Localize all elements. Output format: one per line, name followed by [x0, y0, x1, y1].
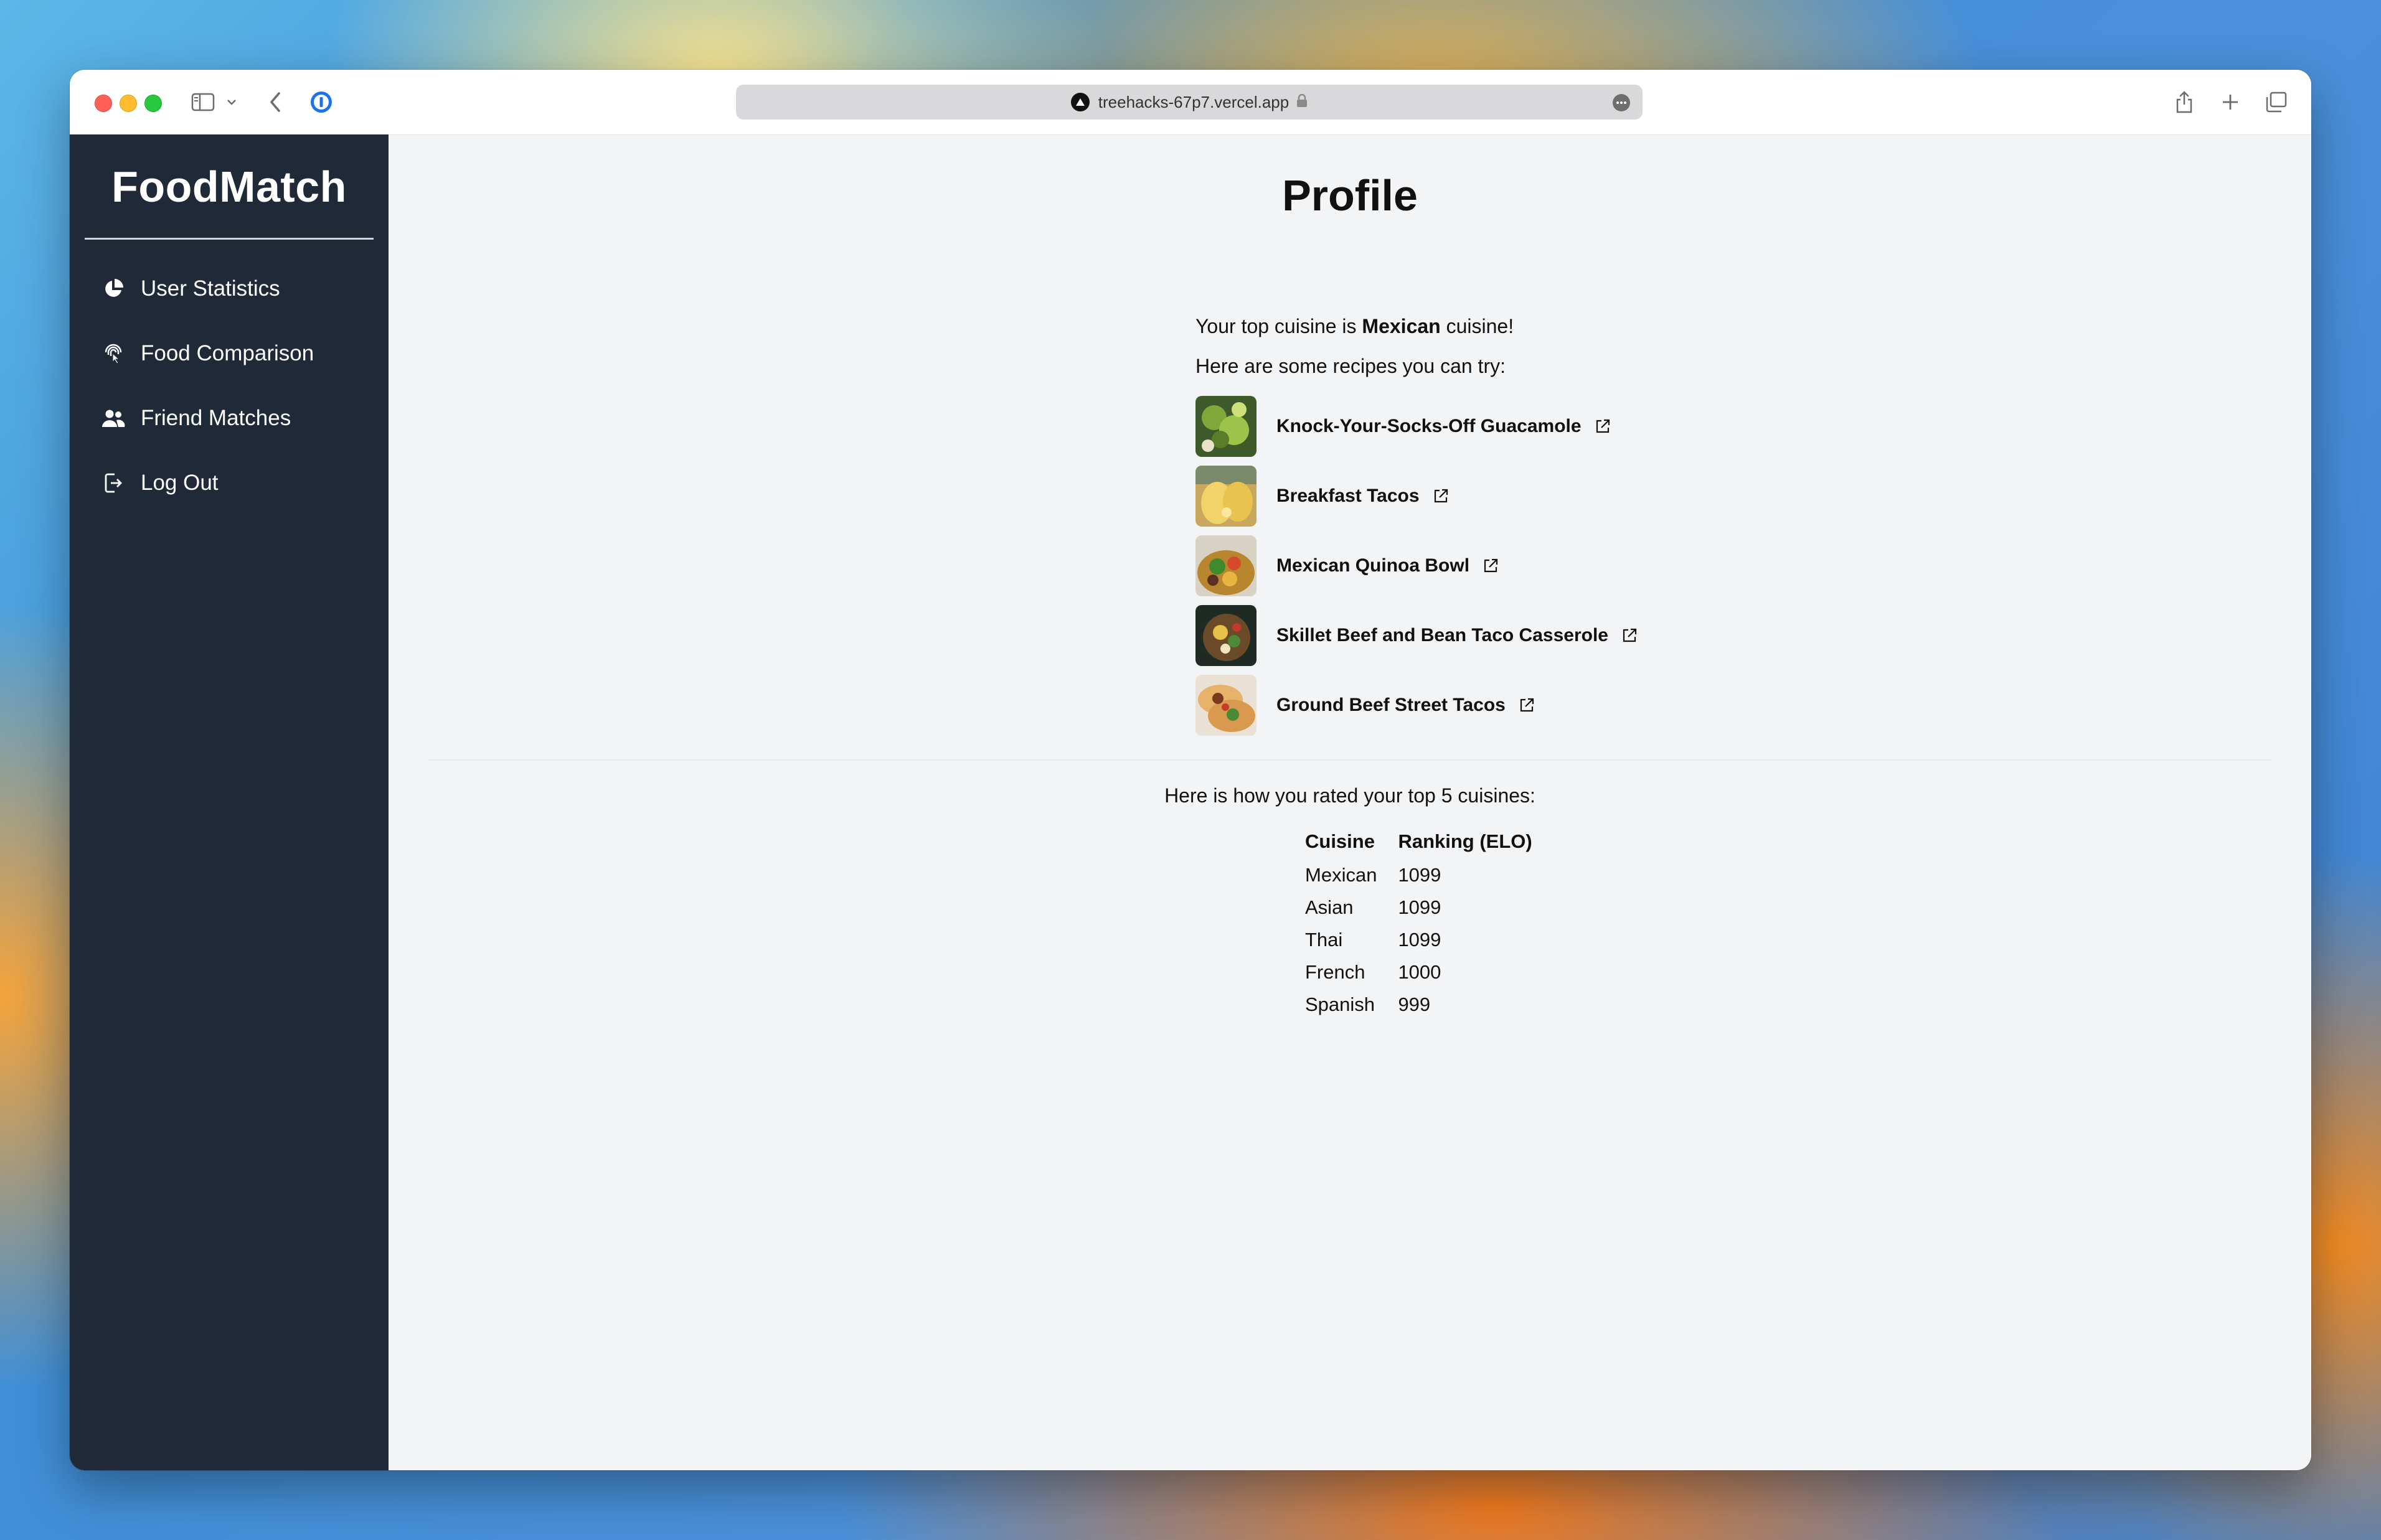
external-link-icon[interactable] [1482, 557, 1499, 575]
recipe-link[interactable]: Knock-Your-Socks-Off Guacamole [1276, 416, 1582, 437]
recipe-link[interactable]: Breakfast Tacos [1276, 486, 1420, 507]
password-manager-icon[interactable] [308, 88, 335, 116]
users-icon [101, 406, 126, 431]
cuisine-cell: Thai [1305, 929, 1343, 951]
table-header-row: Cuisine Ranking (ELO) [1305, 824, 1554, 859]
recipe-link[interactable]: Ground Beef Street Tacos [1276, 695, 1506, 716]
recipe-thumbnail [1195, 675, 1257, 736]
sidebar-item-user-statistics[interactable]: User Statistics [70, 264, 389, 314]
close-window-button[interactable] [95, 95, 112, 112]
recipe-link[interactable]: Skillet Beef and Bean Taco Casserole [1276, 625, 1608, 646]
sidebar-divider [85, 238, 374, 240]
top-cuisine-text: Your top cuisine is Mexican cuisine! [1195, 315, 1514, 338]
section-divider [428, 759, 2271, 761]
elo-cell: 1099 [1398, 929, 1441, 951]
elo-cell: 999 [1398, 993, 1431, 1015]
recipe-thumbnail [1195, 535, 1257, 596]
more-options-icon[interactable] [1613, 94, 1630, 111]
cuisine-cell: French [1305, 961, 1365, 983]
cuisine-ranking-table: Cuisine Ranking (ELO) Mexican 1099 Asian… [1305, 824, 1554, 1021]
sidebar-item-label: Friend Matches [141, 406, 291, 430]
page-title: Profile [1282, 171, 1418, 220]
recipe-item[interactable]: Knock-Your-Socks-Off Guacamole [1195, 396, 1611, 457]
elo-cell: 1099 [1398, 896, 1441, 918]
cuisine-cell: Spanish [1305, 993, 1375, 1015]
recipe-item[interactable]: Ground Beef Street Tacos [1195, 675, 1535, 736]
recipes-intro: Here are some recipes you can try: [1195, 355, 1506, 377]
elo-cell: 1099 [1398, 864, 1441, 886]
logout-icon [101, 471, 126, 495]
table-row: Mexican 1099 [1305, 859, 1554, 891]
recipe-item[interactable]: Mexican Quinoa Bowl [1195, 535, 1499, 596]
table-row: French 1000 [1305, 956, 1554, 988]
sidebar-item-label: Log Out [141, 471, 219, 495]
recipe-thumbnail [1195, 396, 1257, 457]
recipe-item[interactable]: Breakfast Tacos [1195, 466, 1450, 527]
recipe-link[interactable]: Mexican Quinoa Bowl [1276, 555, 1469, 576]
back-icon[interactable] [263, 88, 288, 116]
external-link-icon[interactable] [1621, 627, 1638, 644]
recipe-item[interactable]: Skillet Beef and Bean Taco Casserole [1195, 605, 1638, 666]
external-link-icon[interactable] [1594, 418, 1611, 435]
tab-overview-icon[interactable] [2264, 88, 2289, 116]
column-header: Cuisine [1305, 830, 1375, 852]
share-icon[interactable] [2172, 88, 2197, 116]
sidebar-item-friend-matches[interactable]: Friend Matches [70, 393, 389, 443]
sidebar-item-label: Food Comparison [141, 341, 314, 365]
browser-toolbar: treehacks-67p7.vercel.app [70, 70, 2311, 135]
top-cuisine-prefix: Your top cuisine is [1195, 315, 1362, 337]
site-favicon-icon [1070, 93, 1090, 111]
sidebar-item-label: User Statistics [141, 276, 280, 301]
main-content: Profile Your top cuisine is Mexican cuis… [389, 134, 2311, 1470]
recipe-thumbnail [1195, 605, 1257, 666]
cuisine-cell: Mexican [1305, 864, 1377, 886]
sidebar: FoodMatch User Statistics Food Compariso… [70, 134, 389, 1470]
new-tab-icon[interactable] [2218, 88, 2243, 116]
fingerprint-icon [101, 341, 126, 366]
sidebar-item-food-comparison[interactable]: Food Comparison [70, 329, 389, 378]
external-link-icon[interactable] [1432, 487, 1450, 505]
column-header: Ranking (ELO) [1398, 830, 1532, 852]
rated-intro: Here is how you rated your top 5 cuisine… [1164, 784, 1535, 807]
chevron-down-icon[interactable] [224, 88, 239, 116]
address-bar[interactable]: treehacks-67p7.vercel.app [736, 85, 1643, 120]
zoom-window-button[interactable] [144, 95, 162, 112]
url-text: treehacks-67p7.vercel.app [1098, 92, 1290, 111]
app-logo[interactable]: FoodMatch [70, 162, 389, 212]
table-row: Spanish 999 [1305, 988, 1554, 1021]
pie-chart-icon [101, 276, 126, 301]
table-row: Asian 1099 [1305, 891, 1554, 924]
top-cuisine-suffix: cuisine! [1440, 315, 1514, 337]
browser-window: treehacks-67p7.vercel.app FoodMatch User… [70, 70, 2311, 1470]
cuisine-cell: Asian [1305, 896, 1354, 918]
elo-cell: 1000 [1398, 961, 1441, 983]
lock-icon [1296, 93, 1308, 112]
sidebar-toggle-icon[interactable] [189, 88, 217, 116]
minimize-window-button[interactable] [120, 95, 137, 112]
recipe-thumbnail [1195, 466, 1257, 527]
external-link-icon[interactable] [1518, 697, 1535, 714]
top-cuisine-value: Mexican [1362, 315, 1441, 337]
sidebar-item-log-out[interactable]: Log Out [70, 458, 389, 508]
table-row: Thai 1099 [1305, 924, 1554, 956]
